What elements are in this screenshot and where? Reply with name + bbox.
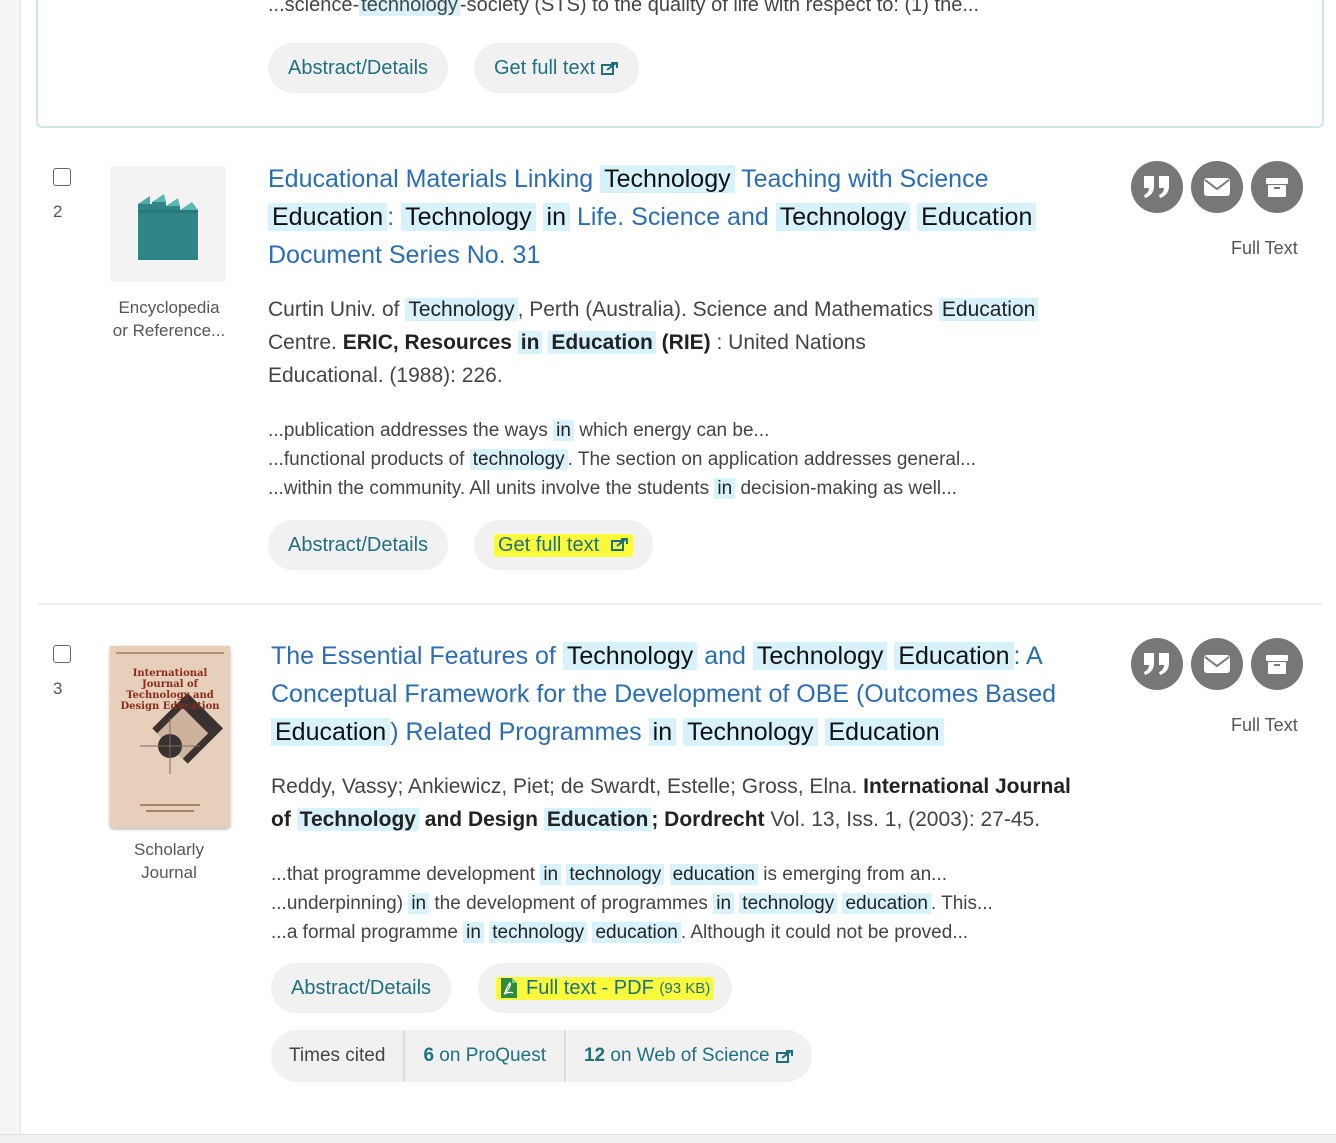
encyclopedia-books-icon [110, 166, 226, 282]
select-checkbox[interactable] [53, 168, 71, 186]
cited-on-proquest-link[interactable]: 6 on ProQuest [403, 1030, 564, 1082]
external-link-icon [601, 62, 619, 75]
full-text-status: Full Text [1231, 238, 1298, 258]
document-type-label: Scholarly Journal [134, 840, 204, 882]
result-title-link[interactable]: Educational Materials Linking Technology… [268, 160, 1108, 274]
save-archive-icon[interactable] [1251, 161, 1303, 213]
email-icon[interactable] [1191, 638, 1243, 690]
left-scroll-gutter [0, 0, 21, 1142]
journal-cover-title: International Journal of Technology and … [120, 668, 220, 712]
abstract-details-button[interactable]: Abstract/Details [271, 963, 452, 1013]
result-citation: Reddy, Vassy; Ankiewicz, Piet; de Swardt… [271, 775, 1071, 831]
result-number: 3 [53, 679, 63, 698]
full-text-pdf-button[interactable]: Full text - PDF (93 KB) [478, 963, 733, 1013]
get-full-text-button[interactable]: Get full text [474, 43, 640, 93]
times-cited-bar: Times cited 6 on ProQuest 12 on Web of S… [271, 1030, 812, 1082]
cited-on-web-of-science-link[interactable]: 12 on Web of Science [563, 1030, 812, 1082]
external-link-icon [775, 1050, 793, 1063]
save-archive-icon[interactable] [1251, 638, 1303, 690]
result-number: 2 [53, 202, 63, 221]
result-divider [38, 603, 1322, 605]
previous-result-card [36, 0, 1324, 128]
cite-quote-icon[interactable] [1131, 638, 1183, 690]
cite-quote-icon[interactable] [1131, 161, 1183, 213]
result-snippets: ...that programme development in technol… [271, 864, 993, 943]
get-full-text-button[interactable]: Get full text [474, 520, 653, 570]
abstract-details-button[interactable]: Abstract/Details [268, 43, 449, 93]
result-title-link[interactable]: The Essential Features of Technology and… [271, 637, 1111, 751]
times-cited-label: Times cited [289, 1045, 386, 1066]
previous-result-snippet: ...science-technology -society (STS) to t… [268, 0, 979, 17]
document-type-label: Encyclopedia or Reference... [112, 298, 226, 340]
external-link-icon [610, 537, 628, 551]
email-icon[interactable] [1191, 161, 1243, 213]
result-citation: Curtin Univ. of Technology, Perth (Austr… [268, 293, 1108, 392]
journal-cover-thumbnail: International Journal of Technology and … [110, 646, 230, 828]
select-checkbox[interactable] [53, 645, 71, 663]
pdf-icon [501, 978, 517, 998]
abstract-details-button[interactable]: Abstract/Details [268, 520, 449, 570]
result-snippets: ...publication addresses the ways in whi… [268, 420, 977, 499]
full-text-status: Full Text [1231, 715, 1298, 735]
